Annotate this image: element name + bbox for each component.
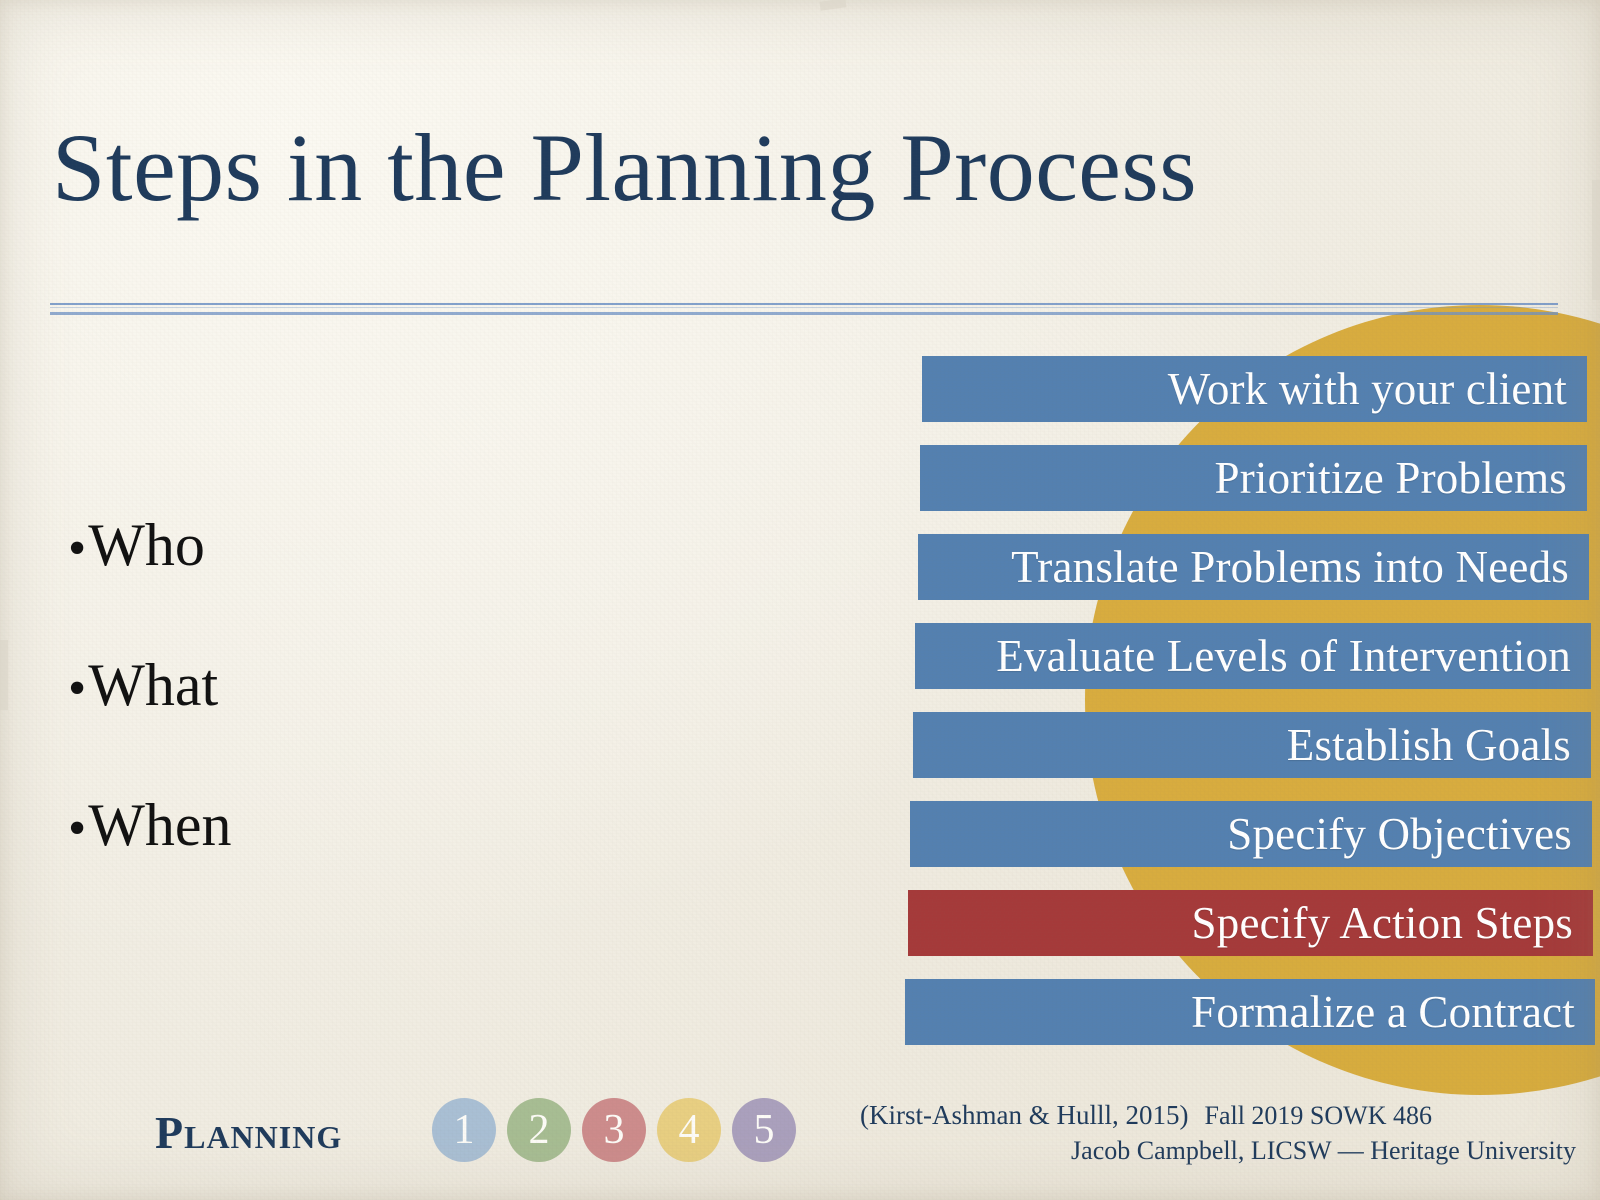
step-indicator-4[interactable]: 4 bbox=[657, 1098, 721, 1162]
list-item: • When bbox=[68, 795, 708, 935]
process-step-bar: Specify Objectives bbox=[910, 801, 1592, 867]
process-step-bar: Translate Problems into Needs bbox=[918, 534, 1589, 600]
step-indicator-3[interactable]: 3 bbox=[582, 1098, 646, 1162]
list-item: • Who bbox=[68, 515, 708, 655]
bullet-list: • Who • What • When bbox=[68, 515, 708, 935]
footer-credits: (Kirst-Ashman & Hulll, 2015) Fall 2019 S… bbox=[860, 1098, 1580, 1168]
step-indicator-1[interactable]: 1 bbox=[432, 1098, 496, 1162]
presenter-label: Jacob Campbell, LICSW — Heritage Univers… bbox=[1071, 1135, 1576, 1165]
bullet-marker-icon: • bbox=[68, 520, 87, 577]
process-step-bar: Establish Goals bbox=[913, 712, 1591, 778]
process-step-bar: Work with your client bbox=[922, 356, 1587, 422]
footer-brand-label: Planning bbox=[155, 1107, 343, 1158]
step-indicator-2[interactable]: 2 bbox=[507, 1098, 571, 1162]
title-divider bbox=[50, 303, 1558, 317]
course-label: Fall 2019 SOWK 486 bbox=[1204, 1101, 1432, 1130]
process-step-bar: Formalize a Contract bbox=[905, 979, 1595, 1045]
bullet-label: What bbox=[88, 652, 219, 718]
process-step-bar: Prioritize Problems bbox=[920, 445, 1587, 511]
bullet-label: When bbox=[88, 792, 232, 858]
bullet-marker-icon: • bbox=[68, 660, 87, 717]
bullet-label: Who bbox=[88, 512, 205, 578]
source-citation: (Kirst-Ashman & Hulll, 2015) bbox=[860, 1100, 1189, 1130]
list-item: • What bbox=[68, 655, 708, 795]
process-step-bar: Evaluate Levels of Intervention bbox=[915, 623, 1591, 689]
slide-canvas: Steps in the Planning Process • Who • Wh… bbox=[0, 0, 1600, 1200]
footer-step-indicators: 1 2 3 4 5 bbox=[432, 1098, 796, 1162]
page-title: Steps in the Planning Process bbox=[52, 114, 1198, 221]
process-step-bar-highlighted: Specify Action Steps bbox=[908, 890, 1593, 956]
step-indicator-5[interactable]: 5 bbox=[732, 1098, 796, 1162]
bullet-marker-icon: • bbox=[68, 800, 87, 857]
